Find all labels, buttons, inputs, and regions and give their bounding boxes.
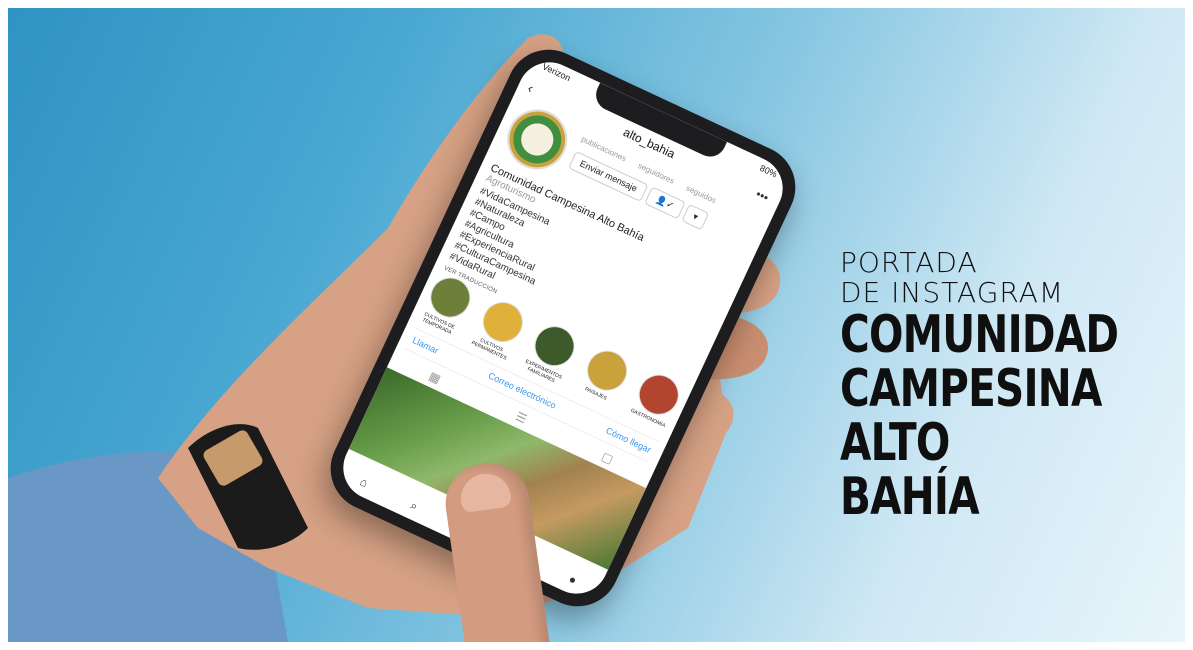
- search-icon[interactable]: ⌕: [407, 498, 420, 516]
- fingernail: [457, 470, 513, 514]
- more-icon[interactable]: •••: [754, 187, 771, 205]
- headline-line-5: ALTO BAHÍA: [840, 413, 980, 527]
- headline-line-3: COMUNIDAD: [840, 305, 1119, 365]
- home-icon[interactable]: ⌂: [356, 474, 370, 492]
- headline-block: PORTADA DE INSTAGRAM COMUNIDAD CAMPESINA…: [840, 246, 1170, 527]
- tagged-icon[interactable]: ▢: [599, 449, 615, 466]
- promo-banner: Verizon 80% ‹ alto_bahia ••• publicacion…: [8, 8, 1185, 642]
- headline-line-1: PORTADA: [840, 246, 978, 279]
- back-icon[interactable]: ‹: [525, 80, 536, 96]
- grid-icon[interactable]: ▦: [427, 369, 443, 386]
- call-button[interactable]: Llamar: [411, 335, 440, 356]
- list-icon[interactable]: ☰: [513, 409, 529, 426]
- headline-line-2: DE INSTAGRAM: [840, 276, 1065, 309]
- profile-icon[interactable]: ●: [565, 572, 578, 590]
- stat-following[interactable]: seguidos: [685, 183, 718, 205]
- chevron-down-icon[interactable]: ▾: [681, 203, 710, 231]
- headline-line-4: CAMPESINA: [840, 359, 1102, 419]
- following-icon[interactable]: 👤✓: [644, 186, 686, 220]
